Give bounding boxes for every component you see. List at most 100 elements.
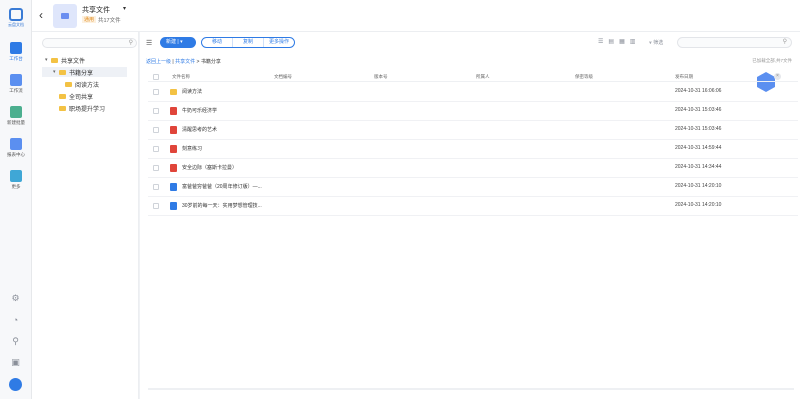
table-row[interactable]: 刻意练习 2024-10-31 14:59:44 [148, 140, 798, 159]
list-view-icon[interactable]: ☰ [598, 38, 603, 45]
folder-icon [59, 105, 66, 111]
file-date: 2024-10-31 15:03:46 [675, 107, 722, 113]
table-row[interactable]: 富爸爸穷爸爸（20周年修订版）—... 2024-10-31 14:20:10 [148, 178, 798, 197]
file-date: 2024-10-31 14:20:10 [675, 202, 722, 208]
nav-label: 新建批量 [7, 120, 25, 125]
column-header[interactable]: 文档编号 [274, 74, 292, 80]
breadcrumb-current: 书籍分享 [200, 59, 221, 65]
row-checkbox[interactable] [153, 146, 159, 152]
file-list-panel: ☰ 新建 | ▾ 移动 复制 更多操作 ☰ ▤ ▦ ▥ ⩔ 筛选 ⚲ 返回上一级… [140, 32, 800, 399]
file-name[interactable]: 牛奶可乐经济学 [182, 107, 217, 114]
nav-label: 工作流 [9, 88, 23, 93]
table-header: 文件名称 文档编号 版本号 所属人 保密等级 发布日期 [148, 72, 798, 82]
tree-node-reading-method[interactable]: 阅读方法 [65, 79, 135, 89]
file-search-input[interactable]: ⚲ [677, 37, 792, 48]
file-name[interactable]: 30岁前的每一天：实用梦想管理技... [182, 202, 262, 209]
filter-button[interactable]: ⩔ 筛选 [649, 39, 663, 46]
column-header[interactable]: 保密等级 [575, 74, 593, 80]
row-checkbox[interactable] [153, 203, 159, 209]
table-row[interactable]: 阅读方法 2024-10-31 16:06:06 [148, 83, 798, 102]
grid-view-icon[interactable]: ▦ [619, 38, 625, 45]
filter-label: 筛选 [653, 40, 664, 46]
breadcrumb-back-link[interactable]: 返回上一级 [146, 59, 171, 65]
briefcase-icon[interactable]: ▣ [10, 357, 21, 368]
row-checkbox[interactable] [153, 184, 159, 190]
select-all-checkbox[interactable] [153, 74, 159, 80]
nav-item-batch[interactable]: 新建批量 [0, 106, 32, 136]
nav-item-more[interactable]: 更多 [0, 170, 32, 200]
page-header: ‹ 共享文件 ▾ 通用 共17文件 [32, 0, 800, 32]
tree-node-book-share[interactable]: ▾ 书籍分享 [42, 67, 127, 77]
folder-thumbnail-icon [53, 4, 77, 28]
breadcrumb-root-link[interactable]: 共享文件 [175, 59, 195, 65]
file-name[interactable]: 富爸爸穷爸爸（20周年修订版）—... [182, 183, 262, 190]
file-date: 2024-10-31 16:06:06 [675, 88, 722, 94]
column-header[interactable]: 所属人 [476, 74, 490, 80]
page-title: 共享文件 [82, 7, 110, 14]
file-name[interactable]: 安全边际（塞斯卡拉曼） [182, 164, 237, 171]
tree-node-label: 阅读方法 [75, 82, 100, 89]
user-avatar[interactable] [9, 378, 22, 391]
file-name[interactable]: 阅读方法 [182, 88, 202, 95]
more-actions-button[interactable]: 更多操作 [264, 38, 294, 47]
column-header[interactable]: 发布日期 [675, 74, 693, 80]
tree-node-company-share[interactable]: 全司共享 [59, 91, 135, 101]
word-file-icon [170, 202, 177, 210]
detail-view-icon[interactable]: ▤ [608, 38, 614, 45]
nav-label: 工作台 [9, 56, 23, 61]
view-switcher: ☰ ▤ ▦ ▥ [598, 38, 635, 45]
report-icon [10, 138, 22, 150]
pdf-file-icon [170, 145, 177, 153]
search-icon[interactable]: ⚲ [10, 336, 21, 347]
space-tag: 通用 [82, 16, 97, 23]
folder-icon [65, 81, 72, 87]
row-checkbox[interactable] [153, 127, 159, 133]
nav-label: 更多 [11, 184, 21, 189]
search-icon: ⚲ [128, 40, 133, 46]
horizontal-scrollbar[interactable] [148, 388, 794, 390]
app-logo-text: 云盘文档 [8, 22, 24, 27]
table-row[interactable]: 30岁前的每一天：实用梦想管理技... 2024-10-31 14:20:10 [148, 197, 798, 216]
folder-icon [59, 93, 66, 99]
folder-icon [51, 57, 58, 63]
tree-node-label: 全司共享 [69, 94, 94, 101]
back-button[interactable]: ‹ [36, 8, 46, 22]
settings-icon[interactable]: ⚙ [10, 293, 21, 304]
nav-item-workflow[interactable]: 工作流 [0, 74, 32, 104]
tile-view-icon[interactable]: ▥ [630, 38, 636, 45]
table-row[interactable]: 牛奶可乐经济学 2024-10-31 15:03:46 [148, 102, 798, 121]
nav-item-workbench[interactable]: 工作台 [0, 42, 32, 72]
file-name[interactable]: 清醒思考的艺术 [182, 126, 217, 133]
new-button[interactable]: 新建 | ▾ [160, 37, 196, 48]
tree-node-shared[interactable]: ▾ 共享文件 [45, 55, 137, 65]
chevron-down-icon[interactable]: ▾ [123, 5, 126, 12]
tree-search-input[interactable]: ⚲ [42, 38, 137, 48]
nav-label: 报表中心 [7, 152, 25, 157]
nav-item-report[interactable]: 报表中心 [0, 138, 32, 168]
table-row[interactable]: 安全边际（塞斯卡拉曼） 2024-10-31 14:34:44 [148, 159, 798, 178]
row-checkbox[interactable] [153, 108, 159, 114]
column-header[interactable]: 文件名称 [172, 74, 190, 80]
file-name[interactable]: 刻意练习 [182, 145, 202, 152]
bell-icon[interactable]: ◔ [10, 315, 21, 326]
tree-node-career-learning[interactable]: 职场提升学习 [59, 103, 135, 113]
tree-node-label: 共享文件 [61, 58, 86, 65]
pdf-file-icon [170, 107, 177, 115]
app-rail: 云盘文档 工作台 工作流 新建批量 报表中心 更多 ⚙ ◔ ⚲ ▣ [0, 0, 32, 399]
tree-node-label: 职场提升学习 [69, 106, 106, 113]
search-icon: ⚲ [782, 39, 787, 45]
row-checkbox[interactable] [153, 89, 159, 95]
pdf-file-icon [170, 126, 177, 134]
move-button[interactable]: 移动 [202, 38, 233, 47]
table-row[interactable]: 清醒思考的艺术 2024-10-31 15:03:46 [148, 121, 798, 140]
file-date: 2024-10-31 14:20:10 [675, 183, 722, 189]
column-header[interactable]: 版本号 [374, 74, 388, 80]
collapse-tree-icon[interactable]: ☰ [146, 39, 152, 47]
row-checkbox[interactable] [153, 165, 159, 171]
breadcrumb: 返回上一级 | 共享文件 > 书籍分享 [146, 59, 221, 65]
loaded-status: 已加载全部,共7文件 [752, 58, 792, 63]
folder-icon [59, 69, 66, 75]
copy-button[interactable]: 复制 [233, 38, 264, 47]
home-icon [10, 42, 22, 54]
tree-node-label: 书籍分享 [69, 70, 94, 77]
